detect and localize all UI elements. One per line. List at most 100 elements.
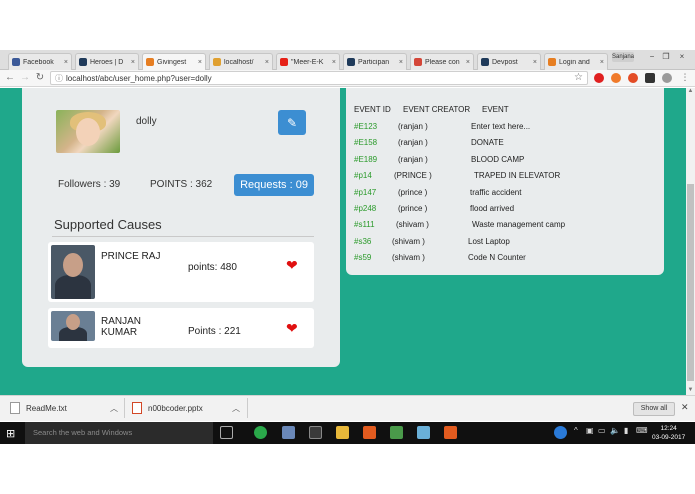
event-id[interactable]: #s36 [354, 237, 371, 246]
tab-close-icon[interactable]: × [131, 59, 135, 66]
events-header-event: EVENT [482, 105, 509, 114]
tab-close-icon[interactable]: × [600, 59, 604, 66]
browser-tab[interactable]: Givingest × [142, 53, 206, 70]
folder-icon[interactable] [336, 426, 349, 439]
extension-icon[interactable] [662, 73, 672, 83]
extension-icon[interactable] [628, 73, 638, 83]
requests-button[interactable]: Requests : 09 [234, 174, 314, 196]
event-id[interactable]: #E158 [354, 138, 377, 147]
browser-tab[interactable]: "Meer-E-K × [276, 53, 340, 70]
chrome-menu-icon[interactable]: ⋮ [679, 72, 691, 83]
event-creator: (prince ) [398, 204, 428, 213]
user-avatar [56, 110, 120, 153]
file-icon [132, 402, 142, 414]
extension-icon[interactable] [645, 73, 655, 83]
edit-profile-button[interactable]: ✎ [278, 110, 306, 135]
app-icon[interactable] [282, 426, 295, 439]
event-id[interactable]: #p248 [354, 204, 376, 213]
edit-icon: ✎ [286, 115, 298, 130]
windows-start-icon[interactable]: ⊞ [6, 427, 15, 440]
browser-tab[interactable]: Heroes | D × [75, 53, 139, 70]
tab-close-icon[interactable]: × [198, 59, 202, 66]
task-view-icon[interactable] [220, 426, 233, 439]
favicon-icon [548, 58, 556, 66]
scroll-thumb[interactable] [687, 184, 694, 381]
browser-tab[interactable]: Please con × [410, 53, 474, 70]
clock[interactable]: 12:24 03-09-2017 [652, 424, 685, 442]
browser-tab[interactable]: Devpost × [477, 53, 541, 70]
app-icon[interactable] [390, 426, 403, 439]
points-count: POINTS : 362 [150, 179, 213, 190]
cause-card[interactable]: PRINCE RAJ points: 480 ❤ [48, 242, 314, 302]
download-filename[interactable]: ReadMe.txt [26, 404, 67, 413]
tab-close-icon[interactable]: × [533, 59, 537, 66]
network-icon[interactable]: ▭ [598, 426, 606, 435]
forward-arrow-icon[interactable]: → [19, 72, 31, 83]
event-creator: (ranjan ) [398, 122, 428, 131]
tab-close-icon[interactable]: × [332, 59, 336, 66]
close-icon[interactable]: ✕ [681, 402, 689, 413]
event-id[interactable]: #s59 [354, 253, 371, 262]
app-icon[interactable] [309, 426, 322, 439]
event-id[interactable]: #E123 [354, 122, 377, 131]
help-icon[interactable] [554, 426, 567, 439]
scroll-up-icon[interactable]: ▲ [686, 88, 695, 96]
event-creator: (ranjan ) [398, 154, 428, 164]
page-scrollbar[interactable]: ▲ ▼ [686, 88, 695, 395]
profile-card: dolly ✎ Followers : 39 POINTS : 362 Requ… [22, 88, 340, 367]
extension-icon[interactable] [611, 73, 621, 83]
chevron-up-icon[interactable]: ︿ [232, 403, 240, 414]
opera-extension-icon[interactable] [594, 73, 604, 83]
event-id[interactable]: #E189 [354, 155, 377, 164]
download-item[interactable]: ReadMe.txt [10, 402, 67, 414]
minimize-icon[interactable]: − [646, 52, 658, 61]
address-bar[interactable]: ⓘ localhost/abc/user_home.php?user=dolly… [50, 71, 588, 85]
profile-badge[interactable]: Sanjana [612, 52, 634, 62]
app-icon[interactable] [363, 426, 376, 439]
download-item[interactable]: n00bcoder.pptx [132, 402, 203, 414]
event-id[interactable]: #p147 [354, 188, 376, 197]
browser-tab[interactable]: Participan × [343, 53, 407, 70]
battery-icon[interactable]: ▮ [624, 426, 628, 435]
heart-icon[interactable]: ❤ [286, 257, 298, 274]
tray-icon[interactable]: ▣ [586, 426, 594, 435]
favicon-icon [12, 58, 20, 66]
scroll-down-icon[interactable]: ▼ [686, 387, 695, 395]
app-icon[interactable] [417, 426, 430, 439]
browser-tab[interactable]: Login and × [544, 53, 608, 70]
keyboard-icon[interactable]: ⌨ [636, 426, 648, 435]
events-header-id: EVENT ID [354, 105, 391, 114]
favicon-icon [347, 58, 355, 66]
back-arrow-icon[interactable]: ← [4, 72, 16, 83]
volume-icon[interactable]: 🔈 [610, 426, 620, 435]
tab-close-icon[interactable]: × [466, 59, 470, 66]
event-id[interactable]: #p14 [354, 171, 372, 180]
cause-card[interactable]: RANJAN KUMAR Points : 221 ❤ [48, 308, 314, 348]
address-url[interactable]: localhost/abc/user_home.php?user=dolly [66, 74, 212, 83]
divider [247, 398, 248, 418]
event-creator: (prince ) [398, 187, 428, 197]
tab-close-icon[interactable]: × [399, 59, 403, 66]
info-icon[interactable]: ⓘ [55, 73, 63, 84]
taskbar-search[interactable]: Search the web and Windows [25, 422, 213, 444]
maximize-icon[interactable]: ❐ [660, 52, 672, 61]
reload-icon[interactable]: ↻ [34, 72, 46, 83]
download-filename[interactable]: n00bcoder.pptx [148, 404, 203, 413]
cause-points: points: 480 [188, 262, 237, 273]
app-icon[interactable] [444, 426, 457, 439]
username: dolly [136, 116, 157, 127]
heart-icon[interactable]: ❤ [286, 320, 298, 337]
browser-tab[interactable]: localhost/ × [209, 53, 273, 70]
chrome-icon[interactable] [254, 426, 267, 439]
chevron-up-icon[interactable]: ^ [574, 426, 578, 435]
divider [124, 398, 125, 418]
chevron-up-icon[interactable]: ︿ [110, 403, 118, 414]
tab-close-icon[interactable]: × [64, 59, 68, 66]
tab-close-icon[interactable]: × [265, 59, 269, 66]
window-close-icon[interactable]: × [676, 52, 688, 61]
event-id[interactable]: #s111 [354, 220, 375, 229]
browser-tab[interactable]: Facebook × [8, 53, 72, 70]
event-creator: (ranjan ) [398, 138, 428, 148]
show-all-button[interactable]: Show all [633, 402, 675, 416]
bookmark-star-icon[interactable]: ☆ [574, 72, 583, 83]
